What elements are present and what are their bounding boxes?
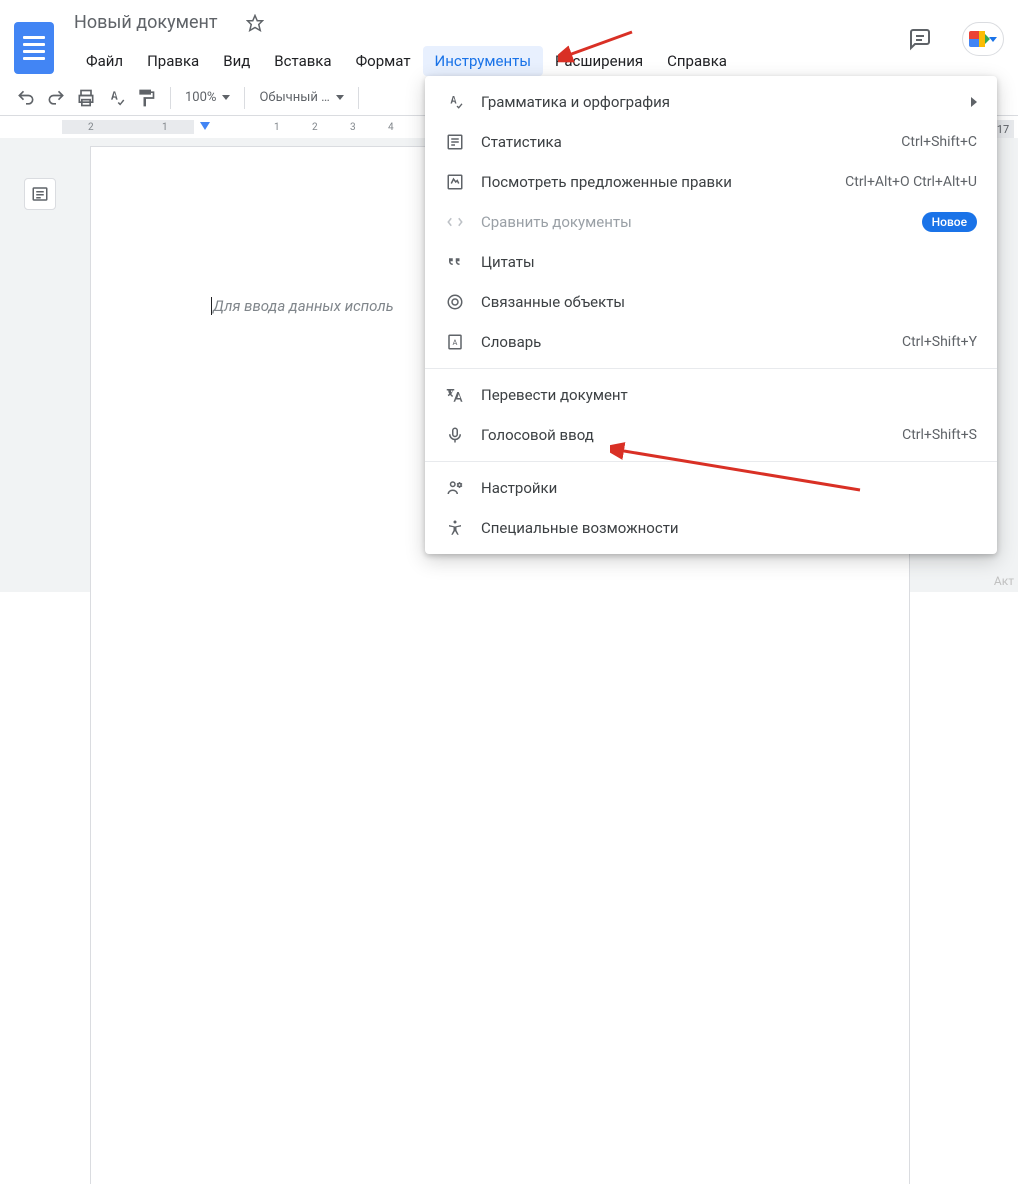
menuitem-spelling[interactable]: Грамматика и орфография [425,82,997,122]
placeholder-text: Для ввода данных исполь [211,297,394,315]
redo-icon[interactable] [46,88,66,108]
menuitem-accessibility[interactable]: Специальные возможности [425,508,997,548]
new-badge: Новое [922,212,977,232]
comments-icon[interactable] [908,27,932,51]
menuitem-label: Цитаты [481,253,977,271]
ruler-tick: 2 [312,122,318,133]
menuitem-compare: Сравнить документы Новое [425,202,997,242]
ruler-tick: 1 [162,122,168,133]
meet-button[interactable] [962,22,1004,56]
menuitem-voice-typing[interactable]: Голосовой ввод Ctrl+Shift+S [425,415,997,455]
mic-icon [445,425,465,445]
ruler-tick: 3 [350,122,356,133]
svg-text:A: A [453,338,458,347]
menu-tools[interactable]: Инструменты [423,46,543,76]
menu-separator [425,461,997,462]
menuitem-label: Связанные объекты [481,293,977,311]
ruler-tick: 1 [274,122,280,133]
chevron-down-icon [336,95,344,100]
menuitem-review-suggestions[interactable]: Посмотреть предложенные правки Ctrl+Alt+… [425,162,997,202]
menu-format[interactable]: Формат [344,46,423,76]
menuitem-dictionary[interactable]: A Словарь Ctrl+Shift+Y [425,322,997,362]
translate-icon [445,385,465,405]
menu-edit[interactable]: Правка [135,46,211,76]
style-value: Обычный … [259,90,329,105]
zoom-value: 100% [185,90,216,105]
menuitem-translate[interactable]: Перевести документ [425,375,997,415]
tools-menu: Грамматика и орфография Статистика Ctrl+… [425,76,997,554]
menu-view[interactable]: Вид [211,46,262,76]
review-icon [445,172,465,192]
undo-icon[interactable] [16,88,36,108]
linked-icon [445,292,465,312]
menuitem-label: Перевести документ [481,386,977,404]
meet-icon [969,31,987,47]
chevron-down-icon [989,37,997,42]
stats-icon [445,132,465,152]
separator [170,87,171,109]
menu-separator [425,368,997,369]
shortcut: Ctrl+Shift+Y [902,334,977,350]
menu-insert[interactable]: Вставка [262,46,343,76]
shortcut: Ctrl+Alt+O Ctrl+Alt+U [845,174,977,190]
menuitem-label: Голосовой ввод [481,426,902,444]
spelling-icon [445,92,465,112]
menu-file[interactable]: Файл [74,46,135,76]
print-icon[interactable] [76,88,96,108]
quote-icon [445,252,465,272]
menuitem-label: Настройки [481,479,977,497]
shortcut: Ctrl+Shift+C [901,134,977,150]
doc-title[interactable]: Новый документ [74,12,218,33]
separator [358,87,359,109]
spellcheck-icon[interactable] [106,88,126,108]
ruler-tick: 2 [88,122,94,133]
dictionary-icon: A [445,332,465,352]
docs-home-icon[interactable] [14,22,54,74]
menuitem-linked-objects[interactable]: Связанные объекты [425,282,997,322]
chevron-down-icon [222,95,230,100]
style-selector[interactable]: Обычный … [259,90,343,105]
compare-icon [445,212,465,232]
settings-icon [445,478,465,498]
menubar: Файл Правка Вид Вставка Формат Инструмен… [74,46,739,76]
menuitem-label: Специальные возможности [481,519,977,537]
menu-help[interactable]: Справка [655,46,739,76]
menuitem-label: Словарь [481,333,902,351]
outline-button[interactable] [24,178,56,210]
header: Новый документ Файл Правка Вид Вставка Ф… [0,0,1018,72]
paint-format-icon[interactable] [136,88,156,108]
shortcut: Ctrl+Shift+S [902,427,977,443]
separator [244,87,245,109]
zoom-selector[interactable]: 100% [185,90,230,105]
ruler-tick: 4 [388,122,394,133]
menuitem-label: Грамматика и орфография [481,93,961,111]
menuitem-wordcount[interactable]: Статистика Ctrl+Shift+C [425,122,997,162]
watermark: Акт [994,574,1014,588]
star-icon[interactable] [246,14,264,32]
menuitem-settings[interactable]: Настройки [425,468,997,508]
menuitem-label: Посмотреть предложенные правки [481,173,845,191]
menuitem-label: Статистика [481,133,901,151]
menuitem-citations[interactable]: Цитаты [425,242,997,282]
menuitem-label: Сравнить документы [481,213,922,231]
indent-marker[interactable] [200,122,210,130]
menu-extensions[interactable]: Расширения [543,46,655,76]
submenu-arrow-icon [971,97,977,107]
accessibility-icon [445,518,465,538]
